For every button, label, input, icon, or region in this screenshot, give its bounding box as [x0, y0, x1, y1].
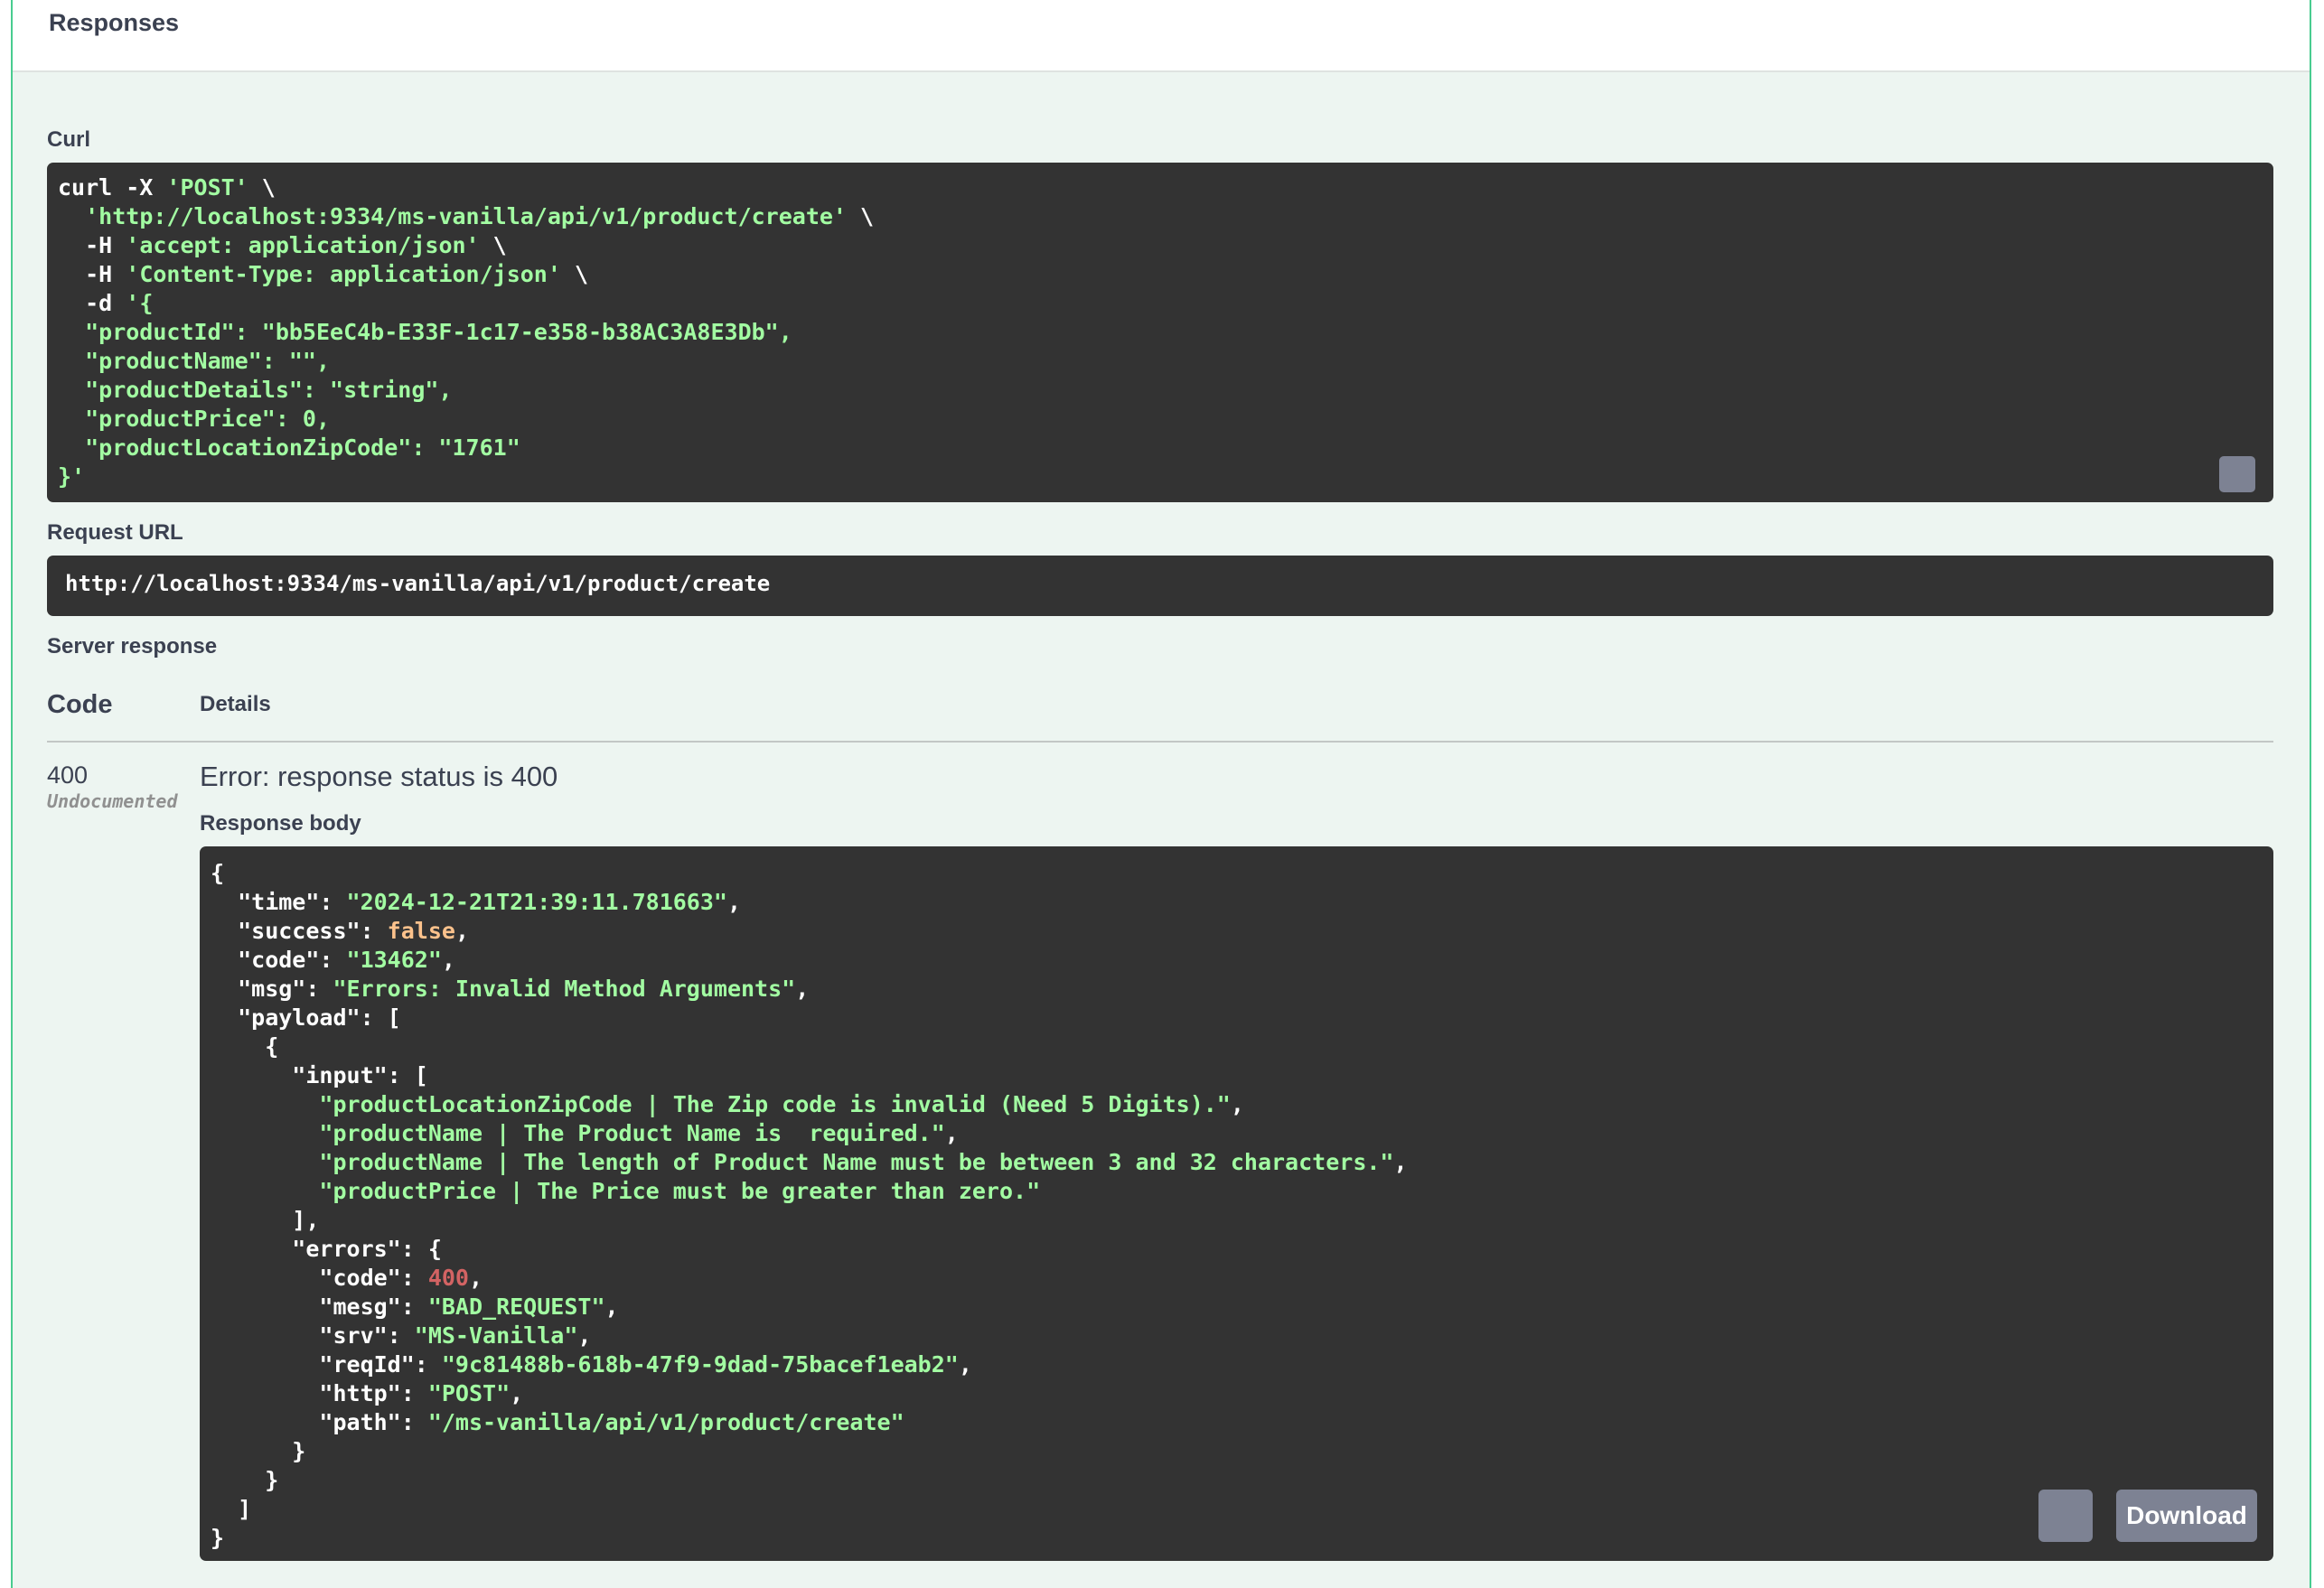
response-status-code: 400 — [47, 761, 89, 789]
code-token: '{ "productId": "bb5EeC4b-E33F-1c17-e358… — [58, 290, 792, 490]
code-token: "productPrice | The Price must be greate… — [319, 1178, 1041, 1204]
responses-title: Responses — [49, 9, 180, 36]
request-url-value[interactable]: http://localhost:9334/ms-vanilla/api/v1/… — [65, 571, 770, 596]
code-token: curl -X — [58, 174, 167, 201]
responses-header: Responses — [13, 0, 2310, 72]
code-token: "13462" — [346, 947, 442, 973]
code-token: "2024-12-21T21:39:11.781663" — [346, 889, 727, 915]
error-message: Error: response status is 400 — [200, 761, 558, 792]
details-column-header: Details — [200, 692, 271, 716]
copy-response-button[interactable] — [2038, 1490, 2093, 1542]
code-token: 'Content-Type: application/json' — [126, 261, 561, 287]
code-token: ], "errors": { "code": — [292, 1207, 442, 1291]
code-token: "Errors: Invalid Method Arguments" — [333, 976, 796, 1002]
code-column-header: Code — [47, 690, 113, 719]
curl-code-block[interactable]: curl -X 'POST' \ 'http://localhost:9334/… — [47, 163, 2273, 502]
server-response-label: Server response — [47, 634, 218, 659]
code-token: "productName | The Product Name is requi… — [319, 1120, 945, 1146]
code-token: false — [387, 918, 455, 944]
request-url-label: Request URL — [47, 520, 183, 545]
code-token: "BAD_REQUEST" — [427, 1294, 605, 1320]
code-token: "MS-Vanilla" — [414, 1322, 578, 1349]
curl-command: curl -X 'POST' \ 'http://localhost:9334/… — [58, 173, 2273, 491]
code-token: "POST" — [427, 1380, 511, 1406]
copy-curl-button[interactable] — [2219, 456, 2255, 492]
code-token: 'http://localhost:9334/ms-vanilla/api/v1… — [85, 203, 847, 229]
code-token: 'POST' — [166, 174, 248, 201]
download-button[interactable]: Download — [2116, 1490, 2257, 1542]
code-token: { "time": — [211, 860, 333, 915]
code-token: } } ] } — [211, 1438, 306, 1551]
code-token: "productName | The length of Product Nam… — [319, 1149, 1394, 1175]
code-token: 'accept: application/json' — [126, 232, 480, 258]
table-header-divider — [47, 741, 2273, 743]
request-url-block: http://localhost:9334/ms-vanilla/api/v1/… — [47, 556, 2273, 616]
response-body-json: { "time": "2024-12-21T21:39:11.781663", … — [211, 859, 2273, 1553]
undocumented-note: Undocumented — [47, 790, 178, 812]
code-token: "productLocationZipCode | The Zip code i… — [319, 1091, 1231, 1117]
code-token: "/ms-vanilla/api/v1/product/create" — [427, 1409, 904, 1435]
response-body-block[interactable]: { "time": "2024-12-21T21:39:11.781663", … — [200, 846, 2273, 1561]
curl-label: Curl — [47, 127, 90, 152]
code-token: "9c81488b-618b-47f9-9dad-75bacef1eab2" — [441, 1351, 959, 1378]
response-body-label: Response body — [200, 811, 361, 836]
code-token: 400 — [427, 1265, 469, 1291]
